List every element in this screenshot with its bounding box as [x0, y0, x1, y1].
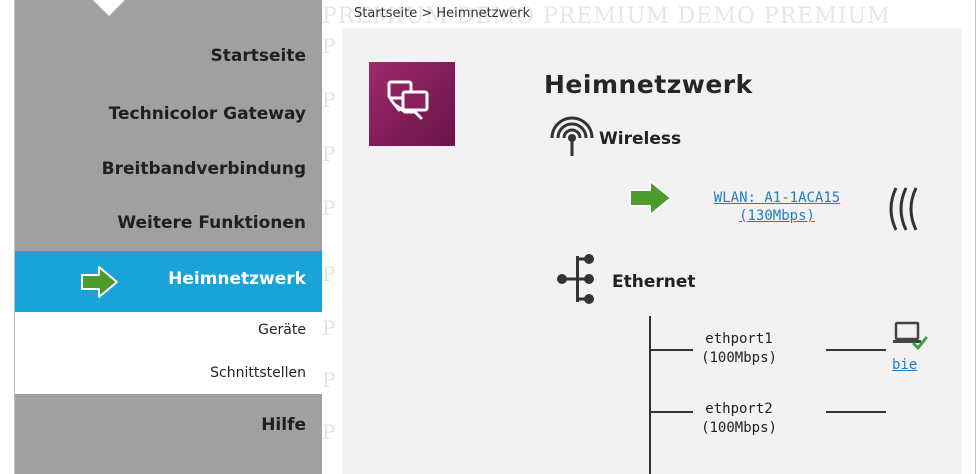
ethport2-label: ethport2 (100Mbps): [684, 400, 794, 438]
connected-device-icon[interactable]: [892, 320, 928, 352]
home-network-tile: [369, 62, 455, 146]
sidebar-item-breitbandverbindung[interactable]: Breitbandverbindung: [102, 159, 306, 179]
watermark-letter: P: [322, 316, 336, 340]
green-arrow-icon: [629, 180, 672, 216]
sidebar-item-heimnetzwerk-label: Heimnetzwerk: [168, 269, 306, 289]
ethport2-connection: [826, 411, 886, 413]
sidebar-item-startseite[interactable]: Startseite: [211, 46, 306, 66]
sidebar-notch: [93, 0, 125, 16]
watermark-letter: P: [322, 88, 336, 112]
watermark-letter: P: [322, 368, 336, 392]
sidebar: Startseite Technicolor Gateway Breitband…: [15, 0, 322, 474]
wlan-name: WLAN: A1-1ACA15: [713, 190, 841, 206]
sidebar-item-hilfe[interactable]: Hilfe: [261, 415, 306, 435]
sidebar-item-weitere-funktionen[interactable]: Weitere Funktionen: [117, 213, 306, 233]
green-arrow-icon: [81, 266, 118, 298]
submenu-item-geraete[interactable]: Geräte: [258, 322, 306, 338]
submenu-item-schnittstellen[interactable]: Schnittstellen: [210, 365, 306, 381]
page-title: Heimnetzwerk: [544, 70, 753, 99]
watermark-letter: P: [322, 196, 336, 220]
ethport3-label-partial: [684, 466, 794, 474]
watermark-letter: P: [322, 142, 336, 166]
ethport1-name: ethport1: [705, 331, 773, 347]
watermark-letter: P: [322, 34, 336, 58]
ethernet-tree-trunk: [649, 316, 651, 474]
wlan-link[interactable]: WLAN: A1-1ACA15 (130Mbps): [672, 189, 882, 225]
watermark-letter: P: [322, 420, 336, 444]
sidebar-item-technicolor-gateway[interactable]: Technicolor Gateway: [109, 104, 306, 124]
breadcrumb[interactable]: Startseite > Heimnetzwerk: [354, 6, 530, 21]
watermark-column: P P P P P P P P: [322, 0, 342, 474]
device-link[interactable]: bie: [892, 357, 917, 373]
wlan-speed: (130Mbps): [739, 208, 815, 224]
header-strip: PREMIUM DEMO PREMIUM DEMO PREMIUM Starts…: [322, 0, 962, 28]
sidebar-item-heimnetzwerk[interactable]: Heimnetzwerk: [15, 251, 322, 312]
wireless-label: Wireless: [599, 129, 682, 149]
watermark-letter: P: [322, 262, 336, 286]
signal-waves-icon: [889, 187, 918, 231]
ethernet-label: Ethernet: [612, 272, 696, 292]
ethport2-name: ethport2: [705, 401, 773, 417]
ethernet-icon: [557, 254, 594, 304]
ethport1-connection: [826, 349, 886, 351]
sidebar-submenu: Geräte Schnittstellen: [15, 312, 322, 394]
ethport1-speed: (100Mbps): [701, 350, 777, 366]
ethport1-label: ethport1 (100Mbps): [684, 330, 794, 368]
wireless-icon: [550, 116, 594, 156]
ethport2-speed: (100Mbps): [701, 420, 777, 436]
home-network-icon: [387, 80, 429, 120]
